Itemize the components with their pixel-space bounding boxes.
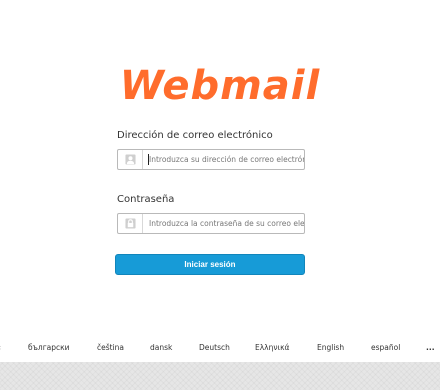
password-field-container — [117, 213, 305, 234]
language-link[interactable]: English — [317, 343, 344, 352]
language-link[interactable]: čeština — [97, 343, 124, 352]
footer-background — [0, 362, 440, 390]
email-input[interactable] — [143, 151, 304, 168]
more-languages-link[interactable]: ... — [426, 343, 435, 352]
language-selector: ‹ български čeština dansk Deutsch Ελληνι… — [0, 343, 440, 357]
text-cursor — [148, 154, 149, 165]
password-input[interactable] — [143, 215, 304, 232]
language-link[interactable]: Ελληνικά — [255, 343, 289, 352]
lock-icon — [118, 214, 143, 233]
password-label: Contraseña — [117, 194, 175, 205]
language-link[interactable]: Deutsch — [199, 343, 230, 352]
language-link[interactable]: български — [28, 343, 70, 352]
language-list-arrow-icon[interactable]: ‹ — [0, 343, 1, 352]
language-link[interactable]: español — [371, 343, 400, 352]
login-button[interactable]: Iniciar sesión — [115, 254, 305, 275]
language-link[interactable]: dansk — [150, 343, 172, 352]
email-field-container — [117, 149, 305, 170]
email-label: Dirección de correo electrónico — [117, 130, 273, 141]
user-icon — [118, 150, 143, 169]
webmail-logo: Webmail — [119, 63, 321, 109]
